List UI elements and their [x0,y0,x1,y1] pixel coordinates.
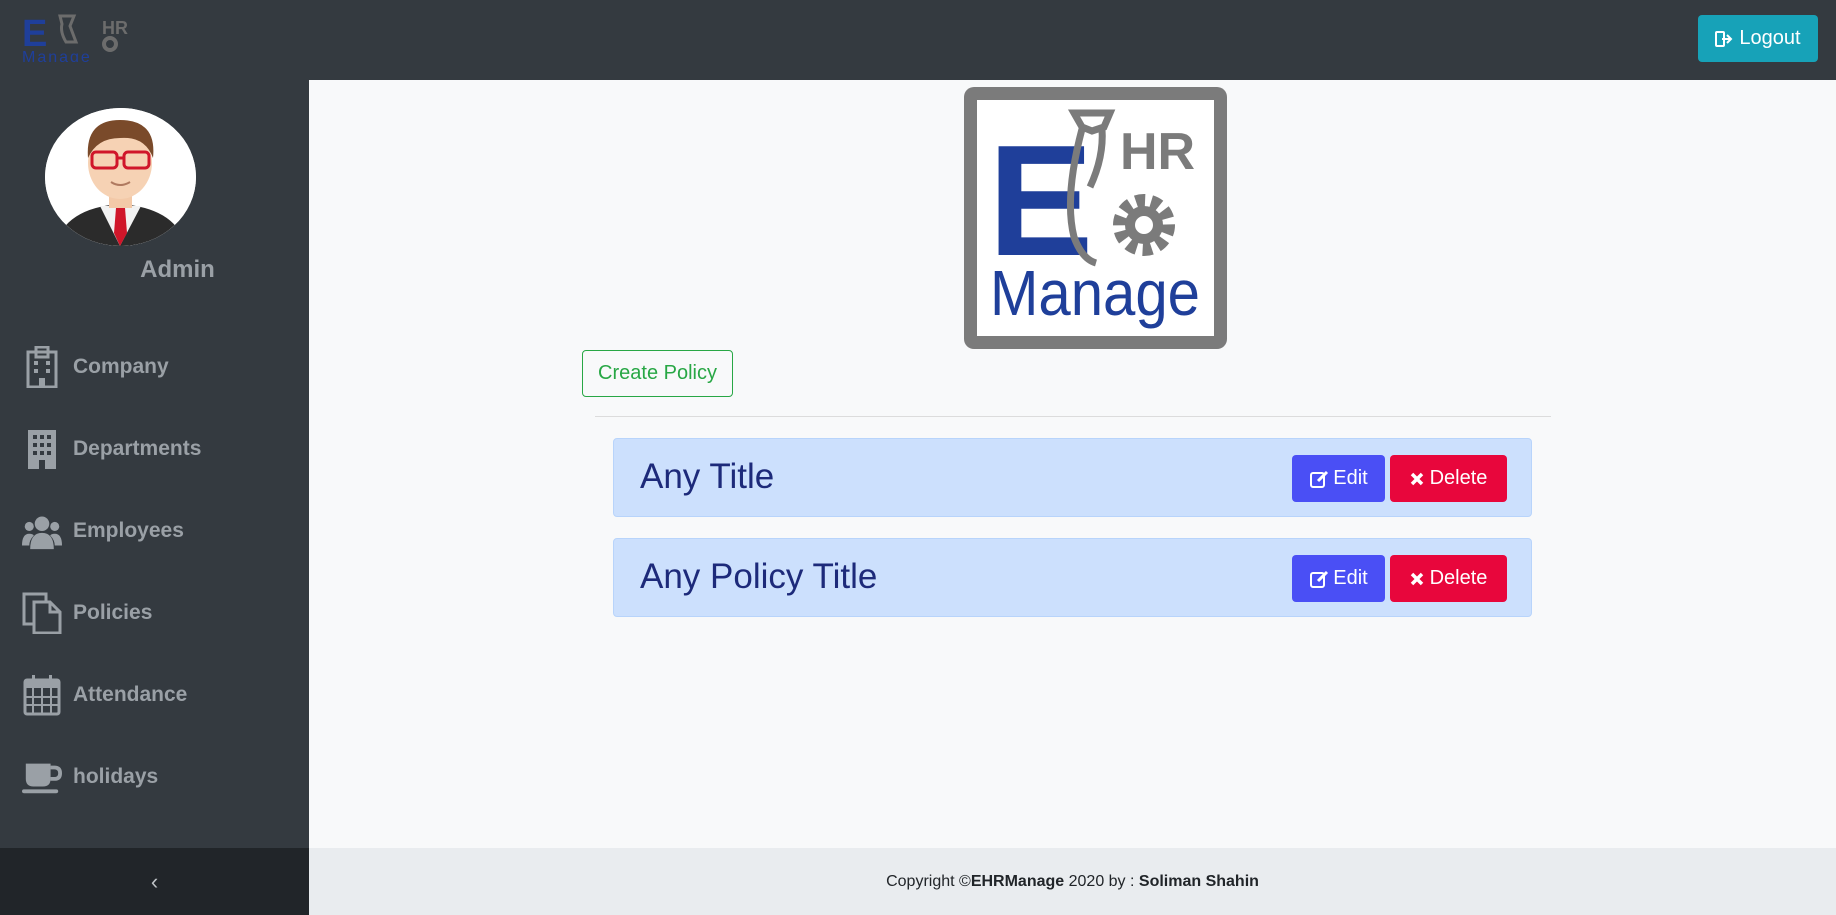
policy-card: Any Title Edit Delete [613,438,1532,517]
create-policy-button[interactable]: Create Policy [582,350,733,397]
sidebar-item-label: Attendance [73,683,188,706]
edit-button[interactable]: Edit [1292,455,1385,502]
brand-logo[interactable]: E HR Manage [22,12,137,62]
sidebar-item-label: Company [73,355,169,378]
close-icon [1410,572,1423,585]
main-content: E HR Manage Create Policy Any Title Edit… [309,80,1836,848]
sign-out-icon [1715,30,1733,47]
user-name: Admin [140,256,215,283]
app-logo: E HR Manage [964,87,1227,349]
sidebar-nav: Company Departments Employees Policies A… [0,326,309,818]
sidebar-item-attendance[interactable]: Attendance [0,654,309,736]
footer: Copyright © EHRManage 2020 by : Soliman … [309,848,1836,915]
sidebar-collapse-button[interactable]: ‹ [0,848,309,915]
policy-title: Any Policy Title [640,557,878,596]
logout-label: Logout [1739,27,1801,49]
copyright-prefix: Copyright © [886,872,971,890]
sidebar-item-holidays[interactable]: holidays [0,736,309,818]
avatar [45,108,196,246]
users-icon [22,509,62,553]
sidebar-item-departments[interactable]: Departments [0,408,309,490]
sidebar-item-label: Employees [73,519,184,542]
svg-text:Manage: Manage [22,49,92,62]
svg-text:HR: HR [1120,123,1195,181]
sidebar-item-label: Policies [73,601,153,624]
edit-button[interactable]: Edit [1292,555,1385,602]
edit-label: Edit [1333,567,1368,589]
sidebar-item-label: Departments [73,437,202,460]
sidebar-item-employees[interactable]: Employees [0,490,309,572]
office-building-icon [22,427,62,471]
sidebar-item-label: holidays [73,765,159,788]
delete-label: Delete [1429,467,1488,489]
edit-icon [1310,570,1329,588]
svg-text:HR: HR [102,18,128,38]
divider [595,416,1551,417]
top-navbar: E HR Manage Logout [0,0,1836,80]
policy-title: Any Title [640,457,775,496]
files-icon [22,591,62,635]
edit-label: Edit [1333,467,1368,489]
delete-button[interactable]: Delete [1390,455,1507,502]
sidebar: Admin Company Departments Employees Poli… [0,80,309,848]
delete-button[interactable]: Delete [1390,555,1507,602]
copyright-middle: 2020 by : [1064,872,1139,890]
coffee-icon [22,755,62,799]
policy-card: Any Policy Title Edit Delete [613,538,1532,617]
calendar-icon [22,673,62,717]
sidebar-item-policies[interactable]: Policies [0,572,309,654]
footer-author: Soliman Shahin [1138,872,1259,890]
footer-brand: EHRManage [970,872,1065,890]
delete-label: Delete [1429,567,1488,589]
logout-button[interactable]: Logout [1698,15,1818,62]
chevron-left-icon: ‹ [150,868,159,894]
user-avatar-image [45,108,196,246]
close-icon [1410,472,1423,485]
edit-icon [1310,470,1329,488]
svg-text:Manage: Manage [990,257,1200,329]
sidebar-item-company[interactable]: Company [0,326,309,408]
building-icon [22,345,62,389]
